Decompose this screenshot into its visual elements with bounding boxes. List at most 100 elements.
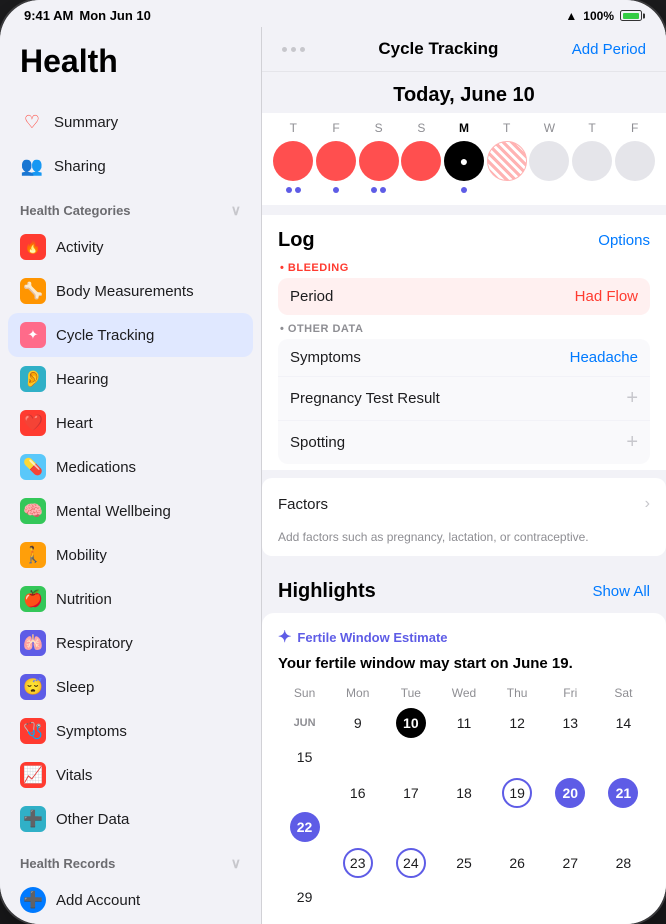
week-circle-0[interactable]	[273, 141, 313, 181]
spotting-label: Spotting	[290, 434, 345, 451]
week-circle-3[interactable]	[401, 141, 441, 181]
dot-0a	[286, 187, 292, 193]
spotting-plus: +	[626, 431, 638, 454]
cal-14[interactable]: 14	[597, 706, 650, 740]
cal-11[interactable]: 11	[437, 706, 490, 740]
log-options-button[interactable]: Options	[598, 232, 650, 249]
mental-label: Mental Wellbeing	[56, 503, 171, 520]
sidebar-item-hearing[interactable]: 👂 Hearing	[0, 357, 261, 401]
cal-sat: Sat	[597, 684, 650, 702]
activity-icon: 🔥	[20, 234, 46, 260]
symptoms-label: Symptoms	[56, 723, 127, 740]
symptoms-row-value: Headache	[570, 349, 638, 366]
main-panel: Cycle Tracking Add Period Today, June 10…	[262, 27, 666, 924]
pregnancy-row[interactable]: Pregnancy Test Result +	[278, 377, 650, 421]
sidebar-item-respiratory[interactable]: 🫁 Respiratory	[0, 621, 261, 665]
week-circle-6[interactable]	[529, 141, 569, 181]
log-header: Log Options	[278, 229, 650, 252]
heart-icon: ❤️	[20, 410, 46, 436]
status-right: ▲ 100%	[565, 9, 642, 23]
day-label-s1: S	[357, 121, 400, 135]
factors-row[interactable]: Factors ›	[262, 482, 666, 526]
add-period-button[interactable]: Add Period	[572, 41, 646, 58]
fertile-description: Your fertile window may start on June 19…	[278, 655, 650, 672]
cal-21[interactable]: 21	[597, 776, 650, 810]
fertile-window-card: ✦ Fertile Window Estimate Your fertile w…	[262, 613, 666, 924]
cal-9[interactable]: 9	[331, 706, 384, 740]
week-calendar: T F S S M T W T F ●	[262, 113, 666, 205]
log-title: Log	[278, 229, 315, 252]
week-circle-5[interactable]	[487, 141, 527, 181]
app-title: Health	[20, 43, 241, 80]
sidebar-item-medications[interactable]: 💊 Medications	[0, 445, 261, 489]
other-data-label: • OTHER DATA	[280, 323, 650, 335]
nutrition-label: Nutrition	[56, 591, 112, 608]
records-chevron-icon: ∨	[231, 855, 241, 872]
factors-description: Add factors such as pregnancy, lactation…	[262, 526, 666, 556]
cal-18[interactable]: 18	[437, 776, 490, 810]
hearing-icon: 👂	[20, 366, 46, 392]
hearing-label: Hearing	[56, 371, 109, 388]
cal-fertile-22: 22	[290, 812, 320, 842]
week-circle-8[interactable]	[615, 141, 655, 181]
mobility-label: Mobility	[56, 547, 107, 564]
show-all-button[interactable]: Show All	[592, 583, 650, 600]
sidebar-item-heart[interactable]: ❤️ Heart	[0, 401, 261, 445]
cal-29[interactable]: 29	[278, 880, 331, 914]
day-label-m: M	[443, 121, 486, 135]
sidebar-item-mental-wellbeing[interactable]: 🧠 Mental Wellbeing	[0, 489, 261, 533]
cal-fertile-23: 23	[343, 848, 373, 878]
sidebar-item-other-data[interactable]: ➕ Other Data	[0, 797, 261, 841]
sidebar-item-mobility[interactable]: 🚶 Mobility	[0, 533, 261, 577]
sidebar-item-nutrition[interactable]: 🍎 Nutrition	[0, 577, 261, 621]
nutrition-icon: 🍎	[20, 586, 46, 612]
cal-jun-label: JUN	[278, 706, 331, 740]
panel-title: Cycle Tracking	[378, 39, 498, 59]
cal-26[interactable]: 26	[491, 846, 544, 880]
week-circle-1[interactable]	[316, 141, 356, 181]
sidebar-item-summary[interactable]: ♡ Summary	[0, 100, 261, 144]
cal-28[interactable]: 28	[597, 846, 650, 880]
cal-27[interactable]: 27	[544, 846, 597, 880]
day-label-t3: T	[571, 121, 614, 135]
sidebar-item-activity[interactable]: 🔥 Activity	[0, 225, 261, 269]
cal-25[interactable]: 25	[437, 846, 490, 880]
cal-23[interactable]: 23	[331, 846, 384, 880]
week-circle-7[interactable]	[572, 141, 612, 181]
dot-1	[282, 47, 287, 52]
symptoms-row-label: Symptoms	[290, 349, 361, 366]
sidebar-item-cycle-tracking[interactable]: ✦ Cycle Tracking	[8, 313, 253, 357]
sidebar-item-sleep[interactable]: 😴 Sleep	[0, 665, 261, 709]
cal-15[interactable]: 15	[278, 740, 331, 774]
sidebar-item-sharing[interactable]: 👥 Sharing	[0, 144, 261, 188]
period-row[interactable]: Period Had Flow	[278, 278, 650, 315]
cal-fertile-19: 19	[502, 778, 532, 808]
cal-12[interactable]: 12	[491, 706, 544, 740]
sidebar-item-add-account[interactable]: ➕ Add Account	[0, 878, 261, 922]
day-label-s2: S	[400, 121, 443, 135]
week-circle-4[interactable]: ●	[444, 141, 484, 181]
cal-24[interactable]: 24	[384, 846, 437, 880]
dot-0b	[295, 187, 301, 193]
sidebar-item-vitals[interactable]: 📈 Vitals	[0, 753, 261, 797]
cal-17[interactable]: 17	[384, 776, 437, 810]
day-label-f: F	[315, 121, 358, 135]
fertile-label-text: Fertile Window Estimate	[297, 630, 447, 645]
cycle-label: Cycle Tracking	[56, 327, 154, 344]
sidebar-item-body-measurements[interactable]: 🦴 Body Measurements	[0, 269, 261, 313]
week-circle-2[interactable]	[359, 141, 399, 181]
cal-22[interactable]: 22	[278, 810, 331, 844]
date-heading: Today, June 10	[262, 72, 666, 113]
cal-20[interactable]: 20	[544, 776, 597, 810]
cal-19[interactable]: 19	[491, 776, 544, 810]
cal-13[interactable]: 13	[544, 706, 597, 740]
symptoms-row[interactable]: Symptoms Headache	[278, 339, 650, 377]
respiratory-label: Respiratory	[56, 635, 133, 652]
spotting-row[interactable]: Spotting +	[278, 421, 650, 464]
sidebar-item-symptoms[interactable]: 🩺 Symptoms	[0, 709, 261, 753]
status-left: 9:41 AM Mon Jun 10	[24, 8, 151, 23]
cal-10[interactable]: 10	[384, 706, 437, 740]
week-circles-row: ●	[272, 141, 656, 181]
cal-16[interactable]: 16	[331, 776, 384, 810]
health-records-label: Health Records	[20, 856, 115, 871]
